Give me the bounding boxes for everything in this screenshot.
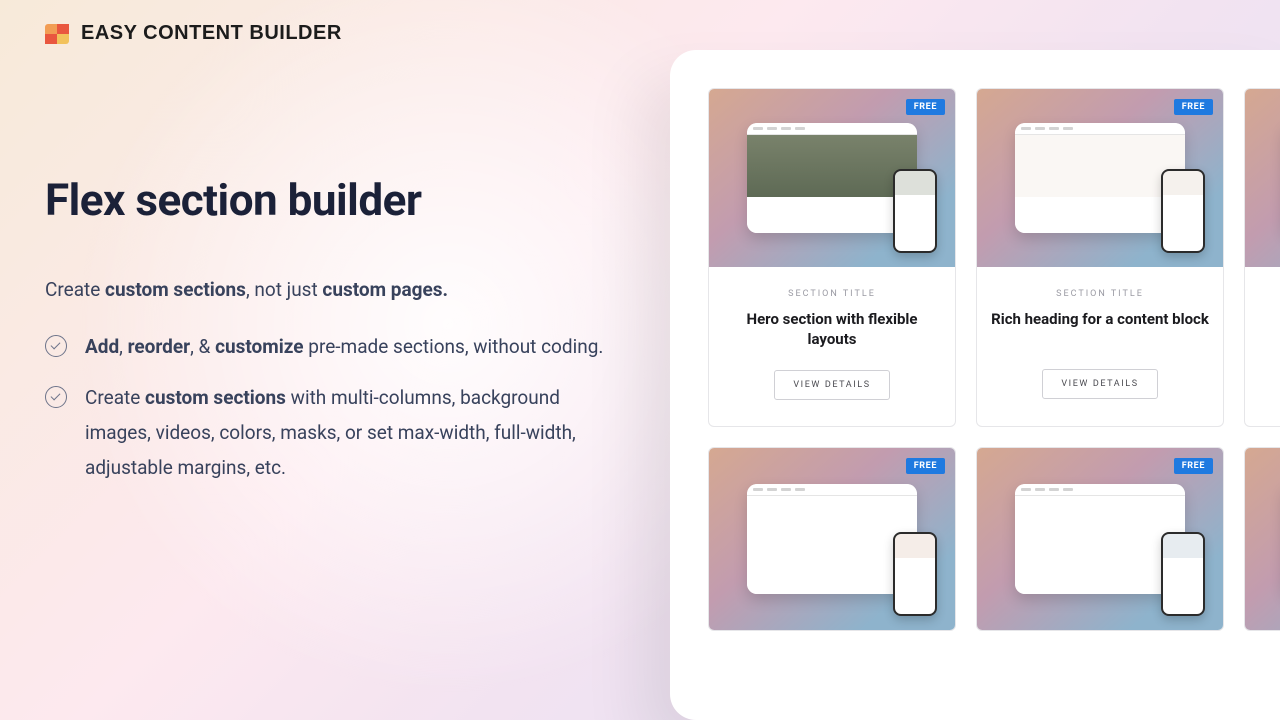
desktop-mock-icon bbox=[1015, 484, 1185, 594]
desktop-mock-icon bbox=[1015, 123, 1185, 233]
check-icon bbox=[45, 386, 67, 408]
desktop-mock-icon bbox=[747, 123, 917, 233]
template-card[interactable]: FREE Section Title Te View Details bbox=[1244, 88, 1280, 427]
template-eyebrow: Section Title bbox=[723, 289, 941, 299]
brand-logo-icon bbox=[45, 24, 69, 44]
template-card[interactable]: FREE bbox=[708, 447, 956, 631]
template-thumbnail: FREE bbox=[709, 448, 955, 630]
brand-name: Easy Content Builder bbox=[81, 22, 342, 45]
view-details-button[interactable]: View Details bbox=[774, 370, 889, 400]
desktop-mock-icon bbox=[747, 484, 917, 594]
hero-bullet-2: Create custom sections with multi-column… bbox=[45, 380, 615, 485]
view-details-button[interactable]: View Details bbox=[1042, 369, 1157, 399]
free-badge: FREE bbox=[906, 99, 945, 115]
phone-mock-icon bbox=[1161, 532, 1205, 616]
free-badge: FREE bbox=[1174, 458, 1213, 474]
template-title: Te bbox=[1259, 309, 1280, 349]
hero-lead: Create custom sections, not just custom … bbox=[45, 278, 615, 301]
template-thumbnail: FREE bbox=[977, 448, 1223, 630]
check-icon bbox=[45, 335, 67, 357]
free-badge: FREE bbox=[1174, 99, 1213, 115]
hero-copy: Flex section builder Create custom secti… bbox=[45, 175, 615, 501]
template-title: Hero section with flexible layouts bbox=[723, 309, 941, 350]
phone-mock-icon bbox=[893, 169, 937, 253]
template-card[interactable]: FREE bbox=[976, 447, 1224, 631]
phone-mock-icon bbox=[1161, 169, 1205, 253]
template-gallery-panel: FREE Section Title Hero section with fle… bbox=[670, 50, 1280, 720]
brand: Easy Content Builder bbox=[45, 22, 342, 45]
template-card[interactable]: FREE Section Title Hero section with fle… bbox=[708, 88, 956, 427]
template-card[interactable]: FREE bbox=[1244, 447, 1280, 631]
template-card[interactable]: FREE Section Title Rich heading for a co… bbox=[976, 88, 1224, 427]
template-thumbnail: FREE bbox=[977, 89, 1223, 267]
page-title: Flex section builder bbox=[45, 175, 615, 226]
template-thumbnail: FREE bbox=[709, 89, 955, 267]
hero-bullet-1: Add, reorder, & customize pre-made secti… bbox=[45, 329, 615, 364]
template-eyebrow: Section Title bbox=[1259, 289, 1280, 299]
template-thumbnail: FREE bbox=[1245, 89, 1280, 267]
template-thumbnail: FREE bbox=[1245, 448, 1280, 630]
phone-mock-icon bbox=[893, 532, 937, 616]
template-title: Rich heading for a content block bbox=[991, 309, 1209, 349]
free-badge: FREE bbox=[906, 458, 945, 474]
template-eyebrow: Section Title bbox=[991, 289, 1209, 299]
